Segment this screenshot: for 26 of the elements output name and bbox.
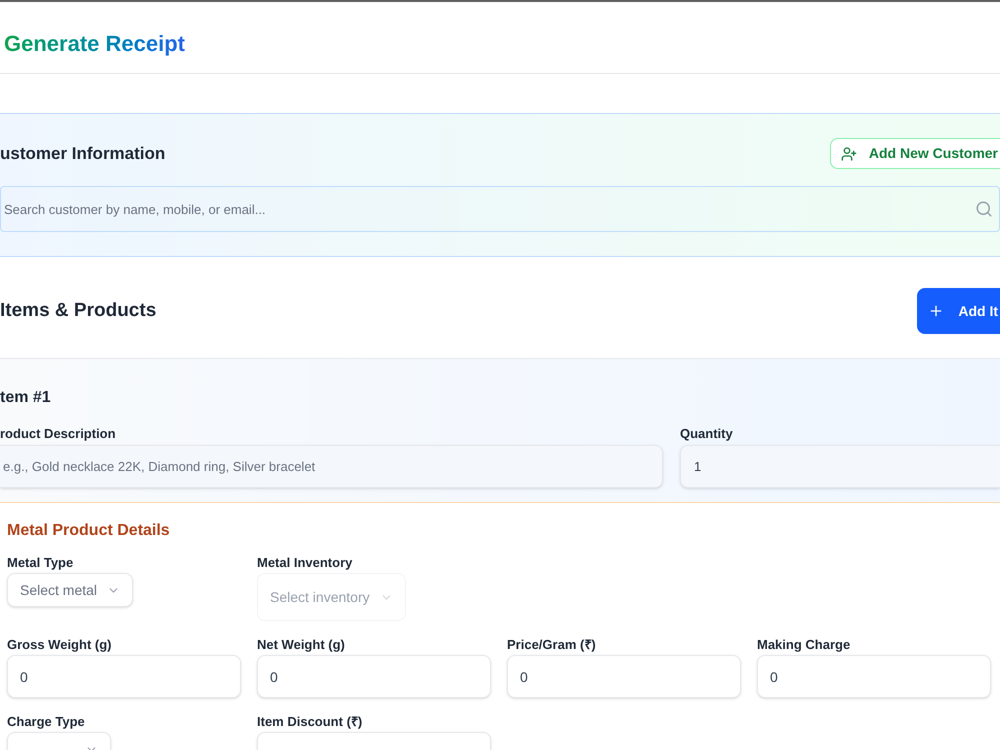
field-label: Net Weight (g) bbox=[257, 636, 346, 654]
input-field[interactable]: 0 bbox=[507, 655, 741, 698]
item-title: tem #1 bbox=[0, 388, 52, 408]
field-label: Quantity bbox=[680, 425, 734, 443]
field-label: Item Discount (₹) bbox=[257, 713, 364, 731]
field-label: Making Charge bbox=[757, 636, 852, 654]
section-title: Items & Products bbox=[0, 298, 156, 323]
search-icon bbox=[975, 200, 993, 218]
field-label: roduct Description bbox=[0, 425, 117, 443]
input-field[interactable]: 1 bbox=[680, 445, 1000, 488]
field-label: Metal Inventory bbox=[257, 554, 354, 572]
field-label: Price/Gram (₹) bbox=[507, 636, 597, 654]
select-dropdown[interactable]: Select metal bbox=[7, 573, 134, 607]
user-plus-icon bbox=[840, 146, 857, 162]
search-field[interactable]: Search customer by name, mobile, or email... bbox=[0, 186, 1000, 232]
field-label: Gross Weight (g) bbox=[7, 636, 112, 654]
section-title: ustomer Information bbox=[0, 142, 166, 165]
metal-details-title: Metal Product Details bbox=[7, 521, 171, 541]
add-item-button[interactable]: Add It bbox=[917, 288, 1000, 334]
input-field[interactable]: 0 bbox=[257, 655, 491, 698]
field-label: Charge Type bbox=[7, 713, 86, 731]
field-label: Metal Type bbox=[7, 554, 74, 572]
input-field[interactable]: 0 bbox=[757, 655, 991, 698]
add-customer-button[interactable]: Add New Customer bbox=[830, 138, 1000, 169]
input-field[interactable]: 0 bbox=[7, 655, 241, 698]
input-field[interactable]: e.g., Gold necklace 22K, Diamond ring, Silver bracelet bbox=[0, 445, 663, 488]
